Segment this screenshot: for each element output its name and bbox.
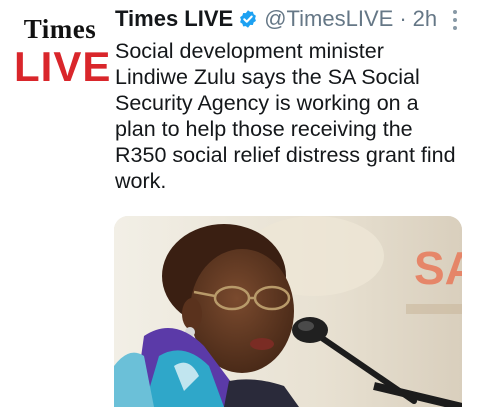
tweet-text: Social development minister Lindiwe Zulu… bbox=[115, 38, 465, 194]
separator-dot: · bbox=[399, 6, 407, 31]
tweet-text-line: work. bbox=[115, 169, 167, 193]
tweet-text-line: R350 social relief distress grant find bbox=[115, 143, 456, 167]
svg-text:SA: SA bbox=[414, 242, 462, 294]
display-name[interactable]: Times LIVE bbox=[115, 4, 233, 34]
verified-badge-icon bbox=[240, 10, 257, 28]
tweet-text-line: plan to help those receiving the bbox=[115, 117, 413, 141]
more-vertical-icon[interactable] bbox=[452, 10, 458, 30]
timestamp[interactable]: 2h bbox=[413, 4, 437, 34]
tweet-text-line: Security Agency is working on a bbox=[115, 91, 419, 115]
tweet[interactable]: Times LIVE Times LIVE @TimesLIVE · 2h So… bbox=[0, 0, 480, 407]
tweet-text-line: Lindiwe Zulu says the SA Social bbox=[115, 65, 420, 89]
avatar-logo-times: Times bbox=[23, 14, 97, 44]
handle[interactable]: @TimesLIVE bbox=[264, 4, 393, 34]
avatar[interactable]: Times LIVE bbox=[14, 14, 112, 106]
tweet-header: Times LIVE @TimesLIVE · 2h bbox=[115, 4, 437, 34]
avatar-logo-live: LIVE bbox=[14, 43, 112, 90]
photo-illustration: SA bbox=[114, 216, 462, 407]
tweet-text-line: Social development minister bbox=[115, 39, 384, 63]
tweet-media-photo[interactable]: SA bbox=[114, 216, 462, 407]
